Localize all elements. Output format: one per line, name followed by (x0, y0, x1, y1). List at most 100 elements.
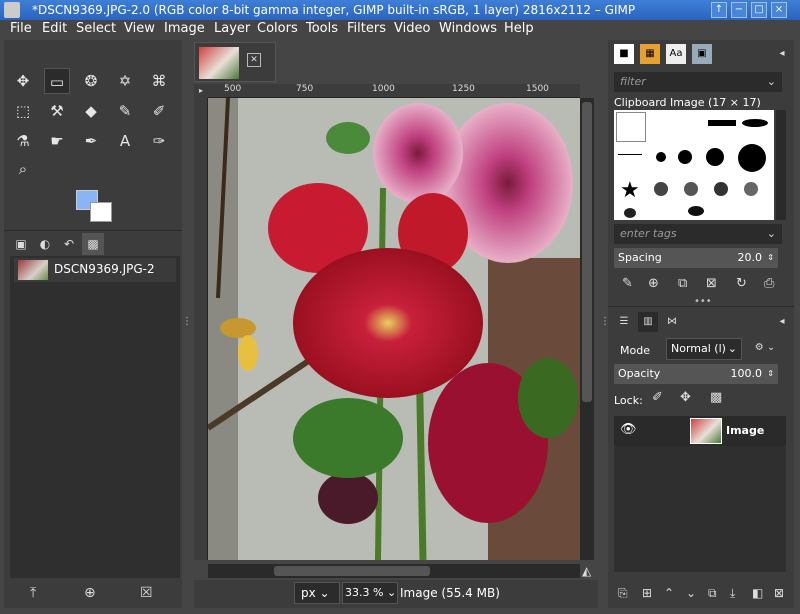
brush-grid[interactable]: ★ (614, 110, 774, 220)
maximize-button[interactable]: □ (751, 2, 767, 18)
dock-resize-grip[interactable]: ⋮ (182, 316, 192, 327)
menu-tools[interactable]: Tools (306, 21, 338, 36)
new-group-icon[interactable]: ⊞ (642, 586, 652, 600)
delete-icon[interactable]: ☒ (140, 585, 153, 601)
menu-colors[interactable]: Colors (257, 21, 298, 36)
bucket-fill-tool[interactable]: ◆ (78, 98, 104, 124)
image-canvas[interactable] (208, 98, 580, 560)
undo-history-tab-icon[interactable]: ◐ (34, 233, 56, 255)
document-history-tab-icon[interactable]: ▣ (692, 44, 712, 64)
brush-item[interactable] (706, 148, 724, 166)
images-tab-icon[interactable]: ▩ (82, 233, 104, 255)
smudge-tool[interactable]: ☛ (44, 128, 70, 154)
brush-item[interactable] (738, 144, 766, 172)
crop-tool[interactable]: ⌘ (146, 68, 172, 94)
unit-select[interactable]: px ⌄ (294, 582, 340, 604)
channels-tab-icon[interactable]: ▥ (638, 312, 658, 332)
navigate-icon[interactable]: ◭ (582, 564, 594, 578)
composite-mode-icon[interactable]: ⚙ ⌄ (748, 338, 782, 358)
menu-select[interactable]: Select (76, 21, 116, 36)
configure-tab-icon[interactable]: ◂ (772, 312, 792, 332)
close-window-button[interactable]: × (771, 2, 787, 18)
list-item[interactable]: DSCN9369.JPG-2 (14, 258, 176, 282)
fonts-tab-icon[interactable]: Aa (666, 44, 686, 64)
patterns-tab-icon[interactable]: ▦ (640, 44, 660, 64)
brush-item[interactable] (624, 208, 636, 218)
brush-item[interactable] (714, 182, 728, 196)
vertical-scrollbar[interactable] (580, 98, 594, 560)
brush-item[interactable] (678, 150, 692, 164)
transform-tool[interactable]: ⬚ (10, 98, 36, 124)
ruler-corner-icon[interactable]: ▸ (194, 84, 208, 98)
brush-item[interactable]: ★ (620, 180, 640, 202)
edit-brush-icon[interactable]: ✎ (622, 276, 633, 291)
menu-help[interactable]: Help (504, 21, 534, 36)
eye-icon[interactable]: 👁 (620, 422, 637, 437)
delete-layer-icon[interactable]: ⊠ (774, 586, 784, 600)
eraser-tool[interactable]: ✐ (146, 98, 172, 124)
image-tab[interactable]: ✕ (194, 42, 276, 82)
scrollbar-thumb[interactable] (274, 566, 430, 576)
spacing-slider[interactable]: Spacing 20.0 ⇕ (614, 248, 778, 268)
opacity-slider[interactable]: Opacity 100.0 ⇕ (614, 364, 778, 384)
menu-filters[interactable]: Filters (347, 21, 386, 36)
close-icon[interactable]: ✕ (247, 53, 261, 67)
undo-tab-icon[interactable]: ↶ (58, 233, 80, 255)
brush-item[interactable] (688, 206, 704, 216)
selected-brush[interactable] (616, 112, 646, 142)
text-tool[interactable]: A (112, 128, 138, 154)
spin-icon[interactable]: ⇕ (767, 248, 774, 268)
warp-tool[interactable]: ⚒ (44, 98, 70, 124)
menu-image[interactable]: Image (164, 21, 205, 36)
configure-tab-icon[interactable]: ◂ (772, 44, 792, 64)
color-picker-tool[interactable]: ✑ (146, 128, 172, 154)
menu-layer[interactable]: Layer (214, 21, 250, 36)
new-display-icon[interactable]: ⊕ (84, 585, 96, 601)
paintbrush-tool[interactable]: ✎ (112, 98, 138, 124)
refresh-brushes-icon[interactable]: ↻ (736, 276, 747, 291)
new-layer-icon[interactable]: ⎘ (618, 586, 628, 601)
raise-display-icon[interactable]: ⤒ (30, 585, 36, 601)
device-status-tab-icon[interactable]: ▣ (10, 233, 32, 255)
spin-icon[interactable]: ⇕ (767, 364, 774, 384)
fuzzy-select-tool[interactable]: ✡ (112, 68, 138, 94)
menu-file[interactable]: File (10, 21, 32, 36)
minimize-button[interactable]: − (731, 2, 747, 18)
lasso-tool[interactable]: ❂ (78, 68, 104, 94)
brush-item[interactable] (742, 119, 768, 127)
raise-window-button[interactable]: ↑ (711, 2, 727, 18)
clone-tool[interactable]: ⚗ (10, 128, 36, 154)
zoom-tool[interactable]: ⌕ (10, 156, 36, 182)
lock-pixels-icon[interactable]: ✐ (652, 390, 663, 405)
brush-tags-input[interactable]: enter tags ⌄ (614, 224, 782, 244)
duplicate-layer-icon[interactable]: ⧉ (708, 586, 717, 601)
horizontal-scrollbar[interactable] (208, 564, 580, 578)
brush-item[interactable] (684, 182, 698, 196)
duplicate-brush-icon[interactable]: ⧉ (678, 276, 687, 291)
raise-layer-icon[interactable]: ⌃ (664, 586, 674, 600)
paths-tool[interactable]: ✒ (78, 128, 104, 154)
brush-item[interactable] (656, 152, 666, 162)
menu-edit[interactable]: Edit (42, 21, 67, 36)
brush-export-icon[interactable]: ⎙ (764, 276, 774, 291)
menu-video[interactable]: Video (394, 21, 430, 36)
layer-row[interactable]: 👁 Image (614, 416, 786, 446)
layers-tab-icon[interactable]: ☰ (614, 312, 634, 332)
menu-view[interactable]: View (124, 21, 155, 36)
brush-item[interactable] (618, 154, 642, 155)
merge-layer-icon[interactable]: ⤓ (730, 586, 735, 601)
rect-select-tool[interactable]: ▭ (44, 68, 70, 94)
brush-item[interactable] (708, 120, 736, 126)
brush-filter-input[interactable]: filter ⌄ (614, 72, 782, 92)
lock-alpha-icon[interactable]: ▩ (710, 390, 722, 405)
paths-tab-icon[interactable]: ⋈ (662, 312, 682, 332)
menu-windows[interactable]: Windows (439, 21, 497, 36)
lock-position-icon[interactable]: ✥ (680, 390, 691, 405)
mask-icon[interactable]: ◧ (752, 586, 763, 600)
lower-layer-icon[interactable]: ⌄ (686, 586, 696, 600)
delete-brush-icon[interactable]: ⊠ (706, 276, 717, 291)
brushes-tab-icon[interactable]: ■ (614, 44, 634, 64)
brush-scrollbar[interactable] (776, 110, 786, 220)
scrollbar-thumb[interactable] (582, 102, 592, 402)
background-color[interactable] (90, 202, 112, 222)
